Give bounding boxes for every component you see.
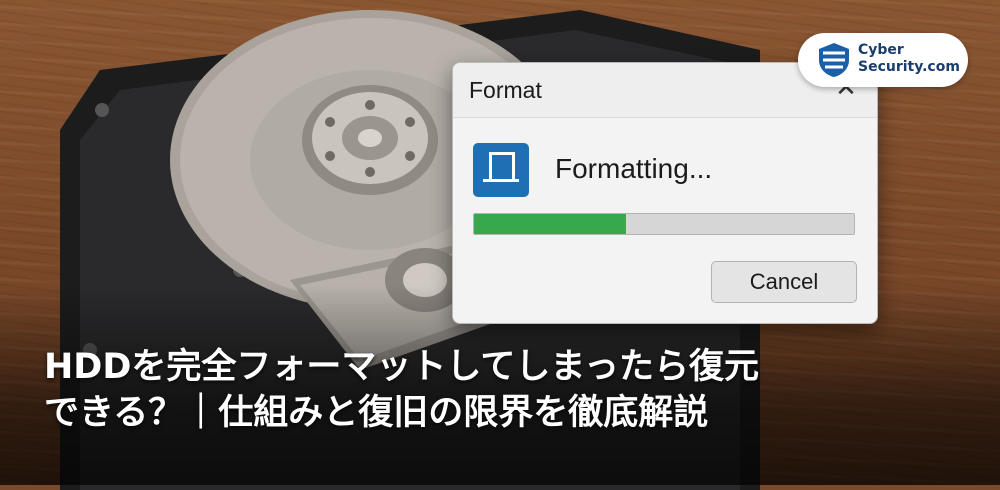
format-dialog: Format ✕ Formatting... Cancel [452, 62, 878, 324]
shield-stripes-icon [819, 43, 849, 77]
status-text: Formatting... [555, 153, 713, 184]
drive-monitor-icon [473, 143, 529, 197]
progress-bar-fill [474, 214, 626, 234]
logo-text: Cyber Security.com [858, 42, 960, 76]
headline-line1: HDDを完全フォーマットしてしまったら復元 [44, 347, 759, 387]
logo-line2: Security.com [858, 59, 960, 75]
logo-line1: Cyber [858, 42, 904, 58]
cancel-button[interactable]: Cancel [711, 261, 857, 303]
article-headline: HDDを完全フォーマットしてしまったら復元 できる？｜仕組みと復旧の限界を徹底解… [44, 344, 944, 436]
progress-bar [473, 213, 855, 235]
headline-line2: できる？｜仕組みと復旧の限界を徹底解説 [44, 393, 709, 433]
cybersecurity-logo[interactable]: Cyber Security.com [798, 33, 968, 87]
dialog-title: Format [469, 77, 542, 103]
